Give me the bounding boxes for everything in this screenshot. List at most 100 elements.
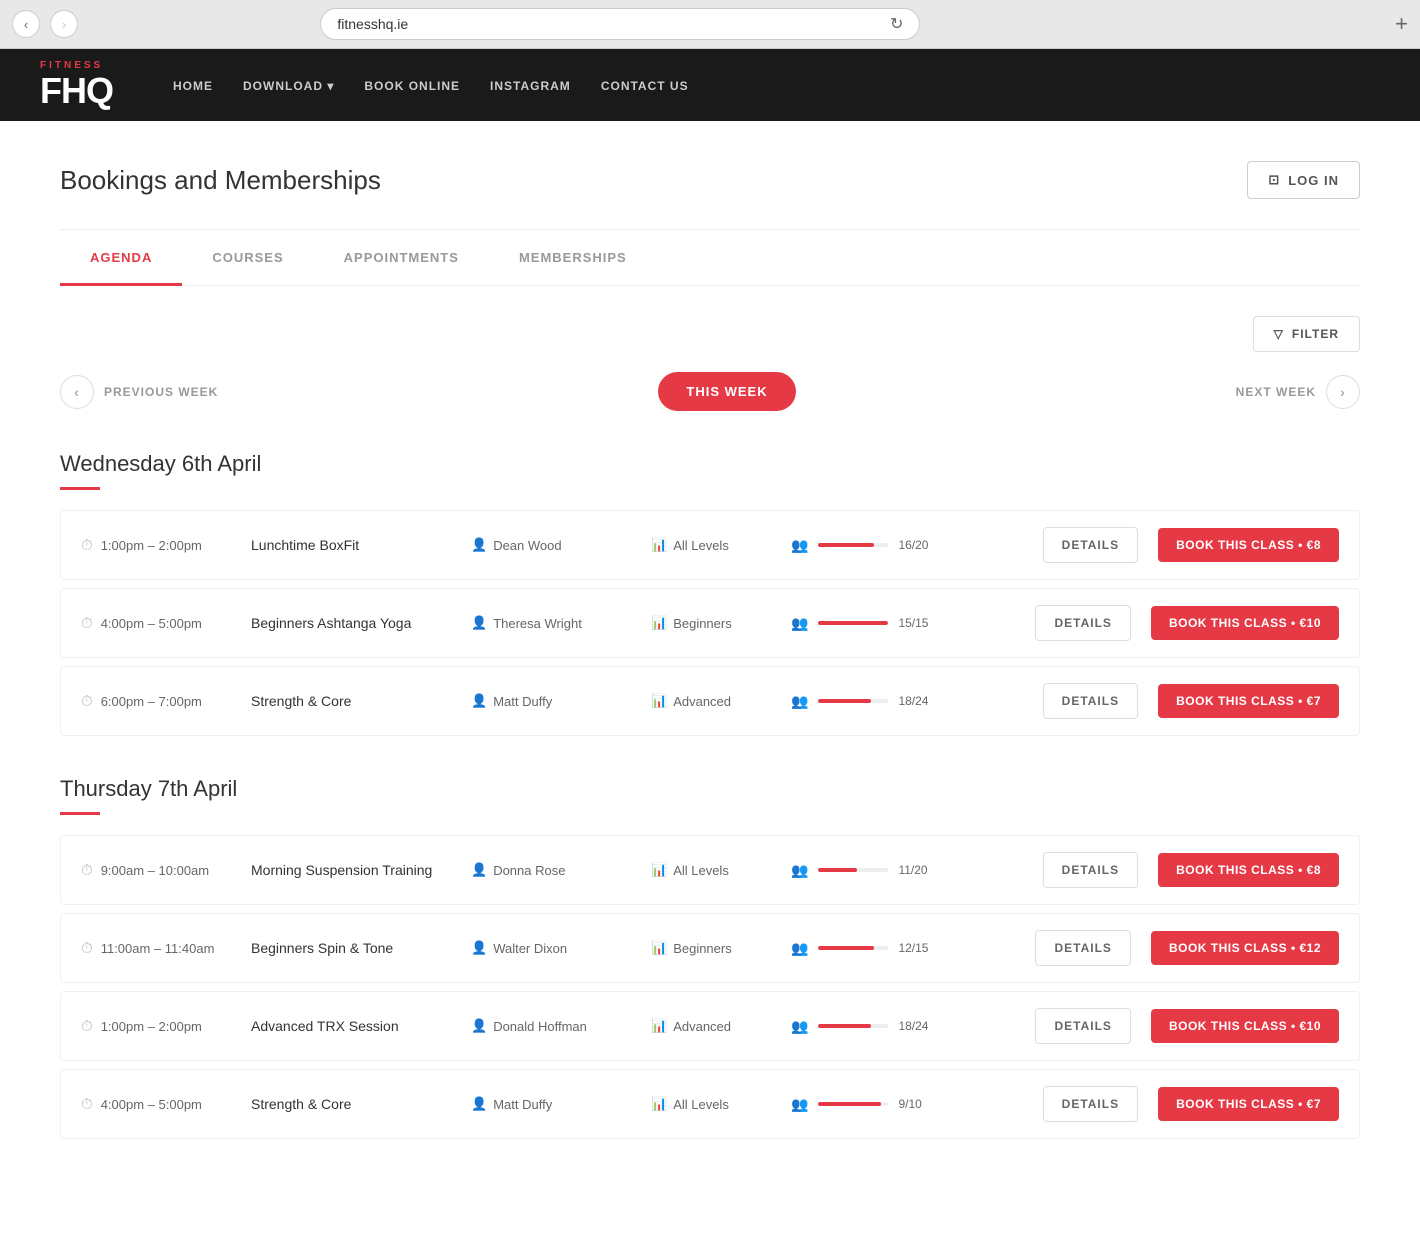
class-row: ⏱ 4:00pm – 5:00pm Strength & Core 👤 Matt… (60, 1069, 1360, 1139)
class-time-text: 1:00pm – 2:00pm (101, 538, 202, 553)
class-name: Lunchtime BoxFit (251, 537, 451, 553)
spots-bar-fill (818, 543, 874, 547)
filter-icon: ▽ (1274, 327, 1284, 341)
forward-button[interactable]: › (50, 10, 78, 38)
class-name: Advanced TRX Session (251, 1018, 451, 1034)
level-text: Beginners (673, 616, 732, 631)
details-button[interactable]: DETAILS (1035, 605, 1130, 641)
nav-instagram[interactable]: INSTAGRAM (490, 79, 571, 93)
spots-count: 12/15 (898, 941, 928, 955)
filter-button[interactable]: ▽ FILTER (1253, 316, 1360, 352)
class-time: ⏱ 9:00am – 10:00am (81, 862, 231, 879)
level-text: Advanced (673, 1019, 731, 1034)
class-spots: 👥 18/24 (791, 693, 928, 710)
class-time-text: 4:00pm – 5:00pm (101, 1097, 202, 1112)
spots-bar-fill (818, 699, 871, 703)
trainer-icon: 👤 (471, 1096, 487, 1112)
week-nav: ‹ PREVIOUS WEEK THIS WEEK NEXT WEEK › (60, 372, 1360, 411)
tab-appointments[interactable]: APPOINTMENTS (314, 230, 489, 285)
class-row: ⏱ 4:00pm – 5:00pm Beginners Ashtanga Yog… (60, 588, 1360, 658)
trainer-icon: 👤 (471, 862, 487, 878)
spots-bar-fill (818, 1024, 871, 1028)
class-row: ⏱ 1:00pm – 2:00pm Lunchtime BoxFit 👤 Dea… (60, 510, 1360, 580)
class-trainer: 👤 Donald Hoffman (471, 1018, 631, 1034)
level-icon: 📊 (651, 1018, 667, 1034)
details-button[interactable]: DETAILS (1043, 683, 1138, 719)
this-week-button[interactable]: THIS WEEK (658, 372, 795, 411)
spots-count: 9/10 (898, 1097, 921, 1111)
spots-icon: 👥 (791, 940, 808, 957)
class-trainer: 👤 Theresa Wright (471, 615, 631, 631)
details-button[interactable]: DETAILS (1035, 1008, 1130, 1044)
spots-count: 16/20 (898, 538, 928, 552)
class-trainer: 👤 Matt Duffy (471, 1096, 631, 1112)
trainer-name: Walter Dixon (493, 941, 567, 956)
book-button[interactable]: BOOK THIS CLASS • €10 (1151, 606, 1339, 640)
nav-download[interactable]: DOWNLOAD ▾ (243, 79, 334, 93)
class-level: 📊 Beginners (651, 615, 771, 631)
trainer-icon: 👤 (471, 615, 487, 631)
details-button[interactable]: DETAILS (1035, 930, 1130, 966)
clock-icon: ⏱ (81, 615, 93, 632)
class-spots: 👥 18/24 (791, 1018, 928, 1035)
spots-count: 18/24 (898, 1019, 928, 1033)
book-button[interactable]: BOOK THIS CLASS • €10 (1151, 1009, 1339, 1043)
nav-home[interactable]: HOME (173, 79, 213, 93)
details-button[interactable]: DETAILS (1043, 527, 1138, 563)
book-button[interactable]: BOOK THIS CLASS • €7 (1158, 1087, 1339, 1121)
tab-courses[interactable]: COURSES (182, 230, 313, 285)
details-button[interactable]: DETAILS (1043, 852, 1138, 888)
trainer-name: Theresa Wright (493, 616, 582, 631)
nav-book-online[interactable]: BOOK ONLINE (364, 79, 460, 93)
page-header: Bookings and Memberships ⊡ LOG IN (60, 121, 1360, 230)
book-button[interactable]: BOOK THIS CLASS • €12 (1151, 931, 1339, 965)
level-text: All Levels (673, 863, 729, 878)
class-row: ⏱ 9:00am – 10:00am Morning Suspension Tr… (60, 835, 1360, 905)
spots-icon: 👥 (791, 1018, 808, 1035)
prev-week-label: PREVIOUS WEEK (104, 385, 218, 399)
clock-icon: ⏱ (81, 940, 93, 957)
prev-week-button[interactable]: ‹ PREVIOUS WEEK (60, 375, 218, 409)
spots-bar-fill (818, 621, 888, 625)
spots-icon: 👥 (791, 693, 808, 710)
trainer-icon: 👤 (471, 693, 487, 709)
book-button[interactable]: BOOK THIS CLASS • €8 (1158, 528, 1339, 562)
spots-bar (818, 1024, 888, 1028)
next-week-button[interactable]: NEXT WEEK › (1236, 375, 1360, 409)
class-spots: 👥 11/20 (791, 862, 928, 879)
tab-memberships[interactable]: MEMBERSHIPS (489, 230, 657, 285)
spots-bar-fill (818, 1102, 881, 1106)
class-name: Strength & Core (251, 693, 451, 709)
spots-count: 11/20 (898, 863, 927, 877)
day-section-0: Wednesday 6th April ⏱ 1:00pm – 2:00pm Lu… (60, 451, 1360, 736)
reload-button[interactable]: ↻ (890, 14, 903, 34)
nav-contact[interactable]: CONTACT US (601, 79, 689, 93)
level-text: Advanced (673, 694, 731, 709)
level-icon: 📊 (651, 693, 667, 709)
page-title: Bookings and Memberships (60, 165, 381, 196)
level-text: All Levels (673, 538, 729, 553)
trainer-name: Matt Duffy (493, 1097, 552, 1112)
tab-agenda[interactable]: AGENDA (60, 230, 182, 285)
class-trainer: 👤 Donna Rose (471, 862, 631, 878)
trainer-name: Donna Rose (493, 863, 565, 878)
new-tab-button[interactable]: + (1395, 11, 1408, 37)
browser-chrome: ‹ › fitnesshq.ie ↻ + (0, 0, 1420, 49)
filter-row: ▽ FILTER (60, 316, 1360, 352)
book-button[interactable]: BOOK THIS CLASS • €8 (1158, 853, 1339, 887)
class-trainer: 👤 Walter Dixon (471, 940, 631, 956)
class-time-text: 6:00pm – 7:00pm (101, 694, 202, 709)
spots-bar (818, 543, 888, 547)
login-button[interactable]: ⊡ LOG IN (1247, 161, 1360, 199)
class-row: ⏱ 11:00am – 11:40am Beginners Spin & Ton… (60, 913, 1360, 983)
class-level: 📊 All Levels (651, 1096, 771, 1112)
class-spots: 👥 15/15 (791, 615, 928, 632)
spots-bar-fill (818, 946, 874, 950)
logo[interactable]: FITNESS FHQ (40, 61, 113, 109)
back-button[interactable]: ‹ (12, 10, 40, 38)
spots-icon: 👥 (791, 862, 808, 879)
url-bar[interactable]: fitnesshq.ie ↻ (320, 8, 920, 40)
details-button[interactable]: DETAILS (1043, 1086, 1138, 1122)
class-spots: 👥 12/15 (791, 940, 928, 957)
book-button[interactable]: BOOK THIS CLASS • €7 (1158, 684, 1339, 718)
